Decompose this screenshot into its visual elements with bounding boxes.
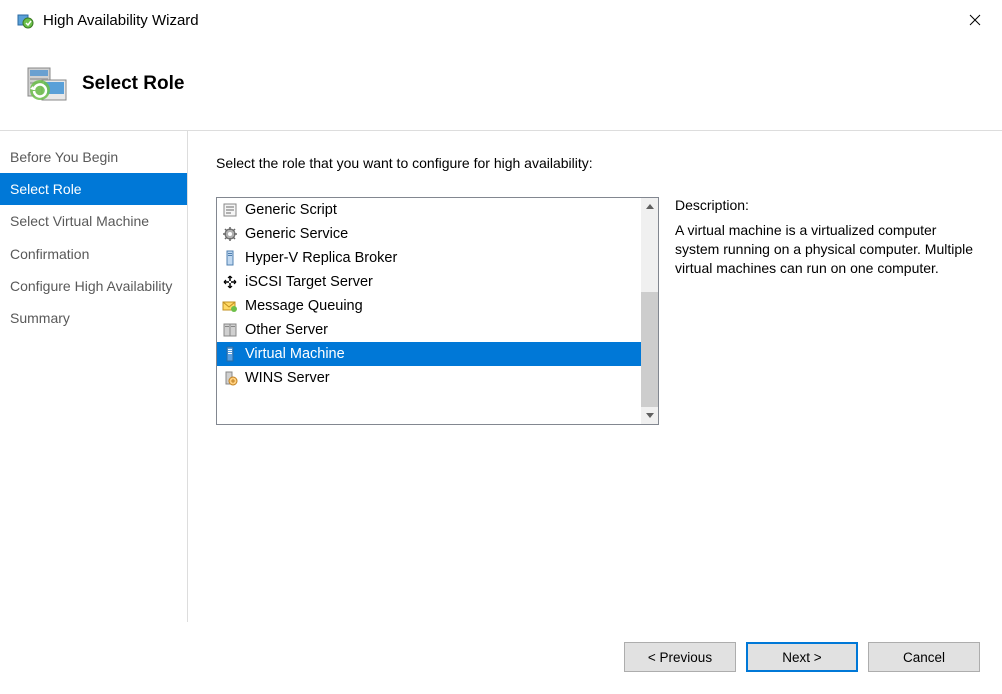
cancel-button[interactable]: Cancel (868, 642, 980, 672)
instruction-text: Select the role that you want to configu… (216, 155, 984, 171)
window-title: High Availability Wizard (43, 12, 199, 29)
wizard-header: Select Role (0, 40, 1002, 130)
role-hyperv-replica-broker[interactable]: Hyper-V Replica Broker (217, 246, 641, 270)
roles-listbox[interactable]: Generic Script Generic Service Hyper-V R… (216, 197, 659, 425)
listbox-items: Generic Script Generic Service Hyper-V R… (217, 198, 641, 424)
main-panel: Select the role that you want to configu… (188, 131, 1002, 622)
list-item-label: Virtual Machine (245, 346, 345, 362)
sidebar-item-confirmation[interactable]: Confirmation (0, 238, 187, 270)
role-virtual-machine[interactable]: Virtual Machine (217, 342, 641, 366)
previous-button[interactable]: < Previous (624, 642, 736, 672)
scrollbar-thumb[interactable] (641, 292, 658, 407)
close-button[interactable] (960, 8, 990, 32)
role-generic-script[interactable]: Generic Script (217, 198, 641, 222)
wins-icon (221, 369, 239, 387)
sidebar-item-select-role[interactable]: Select Role (0, 173, 187, 205)
vm-icon (221, 345, 239, 363)
role-generic-service[interactable]: Generic Service (217, 222, 641, 246)
role-iscsi-target-server[interactable]: iSCSI Target Server (217, 270, 641, 294)
server-icon (221, 249, 239, 267)
list-item-label: Generic Service (245, 226, 348, 242)
sidebar-item-configure-ha[interactable]: Configure High Availability (0, 270, 187, 302)
page-title: Select Role (82, 73, 184, 95)
gear-icon (221, 225, 239, 243)
description-panel: Description: A virtual machine is a virt… (675, 197, 984, 425)
server-stack-icon (221, 321, 239, 339)
sidebar-item-select-vm[interactable]: Select Virtual Machine (0, 205, 187, 237)
listbox-scrollbar[interactable] (641, 198, 658, 424)
next-button[interactable]: Next > (746, 642, 858, 672)
role-message-queuing[interactable]: Message Queuing (217, 294, 641, 318)
description-label: Description: (675, 197, 984, 213)
list-item-label: WINS Server (245, 370, 330, 386)
list-item-label: iSCSI Target Server (245, 274, 373, 290)
role-wins-server[interactable]: WINS Server (217, 366, 641, 390)
header-icon (22, 60, 70, 108)
scroll-up-button[interactable] (641, 198, 658, 215)
description-text: A virtual machine is a virtualized compu… (675, 221, 984, 278)
list-item-label: Generic Script (245, 202, 337, 218)
content-row: Generic Script Generic Service Hyper-V R… (216, 197, 984, 425)
list-item-label: Message Queuing (245, 298, 363, 314)
message-icon (221, 297, 239, 315)
role-other-server[interactable]: Other Server (217, 318, 641, 342)
wizard-body: Before You Begin Select Role Select Virt… (0, 130, 1002, 622)
sidebar-item-summary[interactable]: Summary (0, 302, 187, 334)
wizard-icon (15, 10, 35, 30)
iscsi-icon (221, 273, 239, 291)
sidebar-item-before-you-begin[interactable]: Before You Begin (0, 141, 187, 173)
list-item-label: Other Server (245, 322, 328, 338)
scroll-down-button[interactable] (641, 407, 658, 424)
sidebar: Before You Begin Select Role Select Virt… (0, 131, 188, 622)
scrollbar-track[interactable] (641, 215, 658, 407)
script-icon (221, 201, 239, 219)
wizard-footer: < Previous Next > Cancel (0, 622, 1002, 692)
titlebar: High Availability Wizard (0, 0, 1002, 40)
list-item-label: Hyper-V Replica Broker (245, 250, 397, 266)
